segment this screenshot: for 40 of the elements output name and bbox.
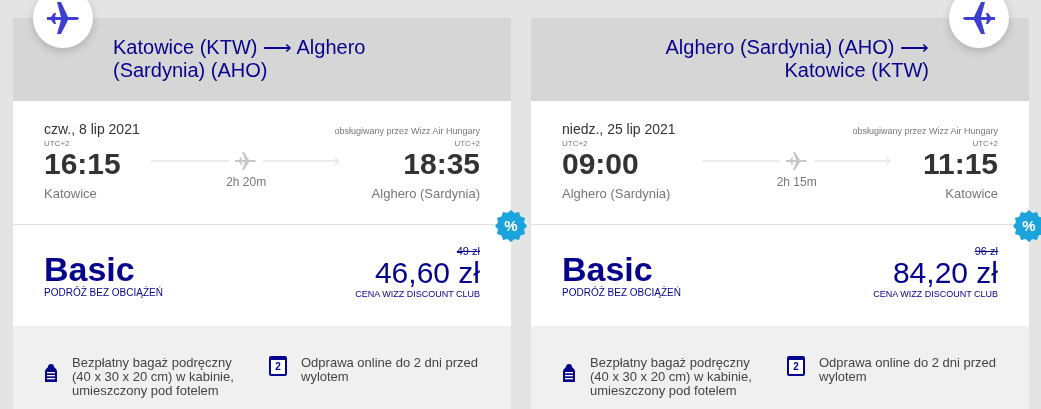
calendar-icon: 2 (269, 356, 287, 376)
departure-time: 16:15 (44, 148, 121, 180)
backpack-icon (44, 363, 58, 383)
operator-text: obsługiwany przez Wizz Air Hungary (852, 126, 998, 136)
old-price: 49 zł (456, 245, 480, 257)
timezone-label: UTC+2 (454, 139, 480, 148)
price-note: CENA WIZZ DISCOUNT CLUB (355, 289, 480, 299)
fare-tagline: PODRÓŻ BEZ OBCIĄŻEŃ (44, 287, 163, 298)
arrival-time: 18:35 (403, 148, 480, 180)
feature-text: Odprawa online do 2 dni przed wylotem (819, 356, 998, 384)
price-note: CENA WIZZ DISCOUNT CLUB (873, 289, 998, 299)
feature-text: Bezpłatny bagaż podręczny (40 x 30 x 20 cm) w kabinie, umieszczony pod fotelem (72, 356, 235, 398)
route-title: Katowice (KTW) ⟶ Alghero (Sardynia) (AHO) (113, 36, 367, 83)
timezone-label: UTC+2 (972, 139, 998, 148)
flight-duration: 2h 15m (776, 175, 817, 189)
arrival-city: Alghero (Sardynia) (371, 186, 480, 201)
operator-text: obsługiwany przez Wizz Air Hungary (334, 126, 480, 136)
timezone-label: UTC+2 (44, 139, 71, 148)
flight-date: niedz., 25 lip 2021 (562, 121, 676, 137)
calendar-icon: 2 (787, 356, 805, 376)
departure-city: Alghero (Sardynia) (562, 186, 671, 201)
flight-date: czw., 8 lip 2021 (44, 121, 140, 137)
feature-text: Bezpłatny bagaż podręczny (40 x 30 x 20 cm) w kabinie, umieszczony pod fotelem (590, 356, 753, 398)
discount-badge: % (495, 210, 527, 242)
fare-price: 46,60 zł (374, 257, 480, 289)
fare-tagline: PODRÓŻ BEZ OBCIĄŻEŃ (562, 287, 681, 298)
fare-price: 84,20 zł (892, 257, 998, 289)
departure-time: 09:00 (562, 148, 640, 180)
flight-duration: 2h 20m (226, 175, 267, 189)
fare-name: Basic (44, 251, 135, 287)
arrival-city: Katowice (945, 186, 998, 201)
old-price: 96 zł (974, 245, 998, 257)
route-title: Alghero (Sardynia) (AHO) ⟶ Katowice (KTW) (664, 36, 929, 83)
backpack-icon (562, 363, 576, 383)
arrival-time: 11:15 (922, 148, 998, 180)
departure-city: Katowice (44, 186, 98, 201)
discount-badge: % (1013, 210, 1041, 242)
timezone-label: UTC+2 (562, 139, 589, 148)
fare-name: Basic (562, 251, 653, 287)
feature-text: Odprawa online do 2 dni przed wylotem (301, 356, 480, 384)
